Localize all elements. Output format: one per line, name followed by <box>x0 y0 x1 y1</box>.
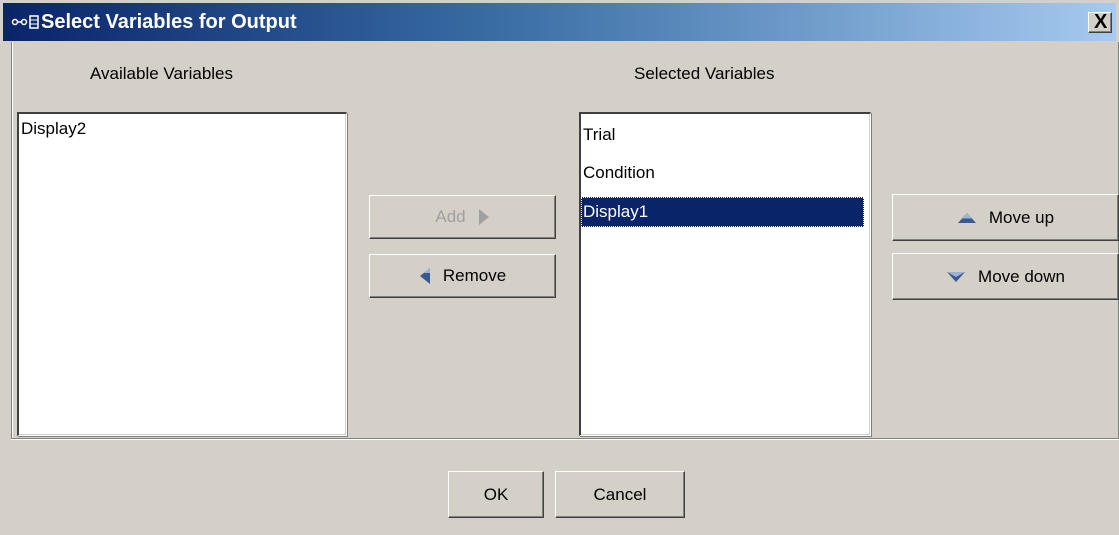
close-icon: X <box>1094 11 1108 33</box>
list-item-condition[interactable]: Condition <box>581 158 870 188</box>
available-variables-list[interactable]: Display2 <box>17 112 347 436</box>
remove-button[interactable]: Remove <box>369 254 556 298</box>
move-up-label: Move up <box>988 207 1055 227</box>
list-item-trial[interactable]: Trial <box>581 120 870 150</box>
move-up-button[interactable]: Move up <box>892 194 1119 241</box>
remove-button-label: Remove <box>442 266 507 285</box>
window-app-icon <box>11 15 39 29</box>
move-down-button[interactable]: Move down <box>892 253 1119 300</box>
ok-button[interactable]: OK <box>448 471 544 518</box>
add-button-label: Add <box>435 207 466 226</box>
arrow-up-icon <box>957 212 976 223</box>
title-bar[interactable]: Select Variables for Output X <box>3 3 1116 41</box>
move-down-label: Move down <box>978 266 1065 286</box>
variables-panel: Available Variables Selected Variables D… <box>11 42 1119 439</box>
dialog-window: Select Variables for Output X Available … <box>0 0 1119 535</box>
cancel-button-label: Cancel <box>593 484 647 504</box>
list-item-display2[interactable]: Display2 <box>19 114 346 144</box>
selected-variables-list[interactable]: Trial Condition Display1 <box>579 112 871 436</box>
window-title: Select Variables for Output <box>41 11 297 33</box>
arrow-down-icon <box>947 271 966 282</box>
close-button[interactable]: X <box>1088 11 1112 33</box>
available-variables-heading: Available Variables <box>90 64 234 83</box>
arrow-left-icon <box>419 268 430 284</box>
list-item-display1-selected[interactable]: Display1 <box>581 197 864 227</box>
add-button[interactable]: Add <box>369 195 556 239</box>
ok-button-label: OK <box>483 484 509 504</box>
cancel-button[interactable]: Cancel <box>555 471 685 518</box>
arrow-right-icon <box>478 209 489 225</box>
selected-variables-heading: Selected Variables <box>634 64 775 83</box>
